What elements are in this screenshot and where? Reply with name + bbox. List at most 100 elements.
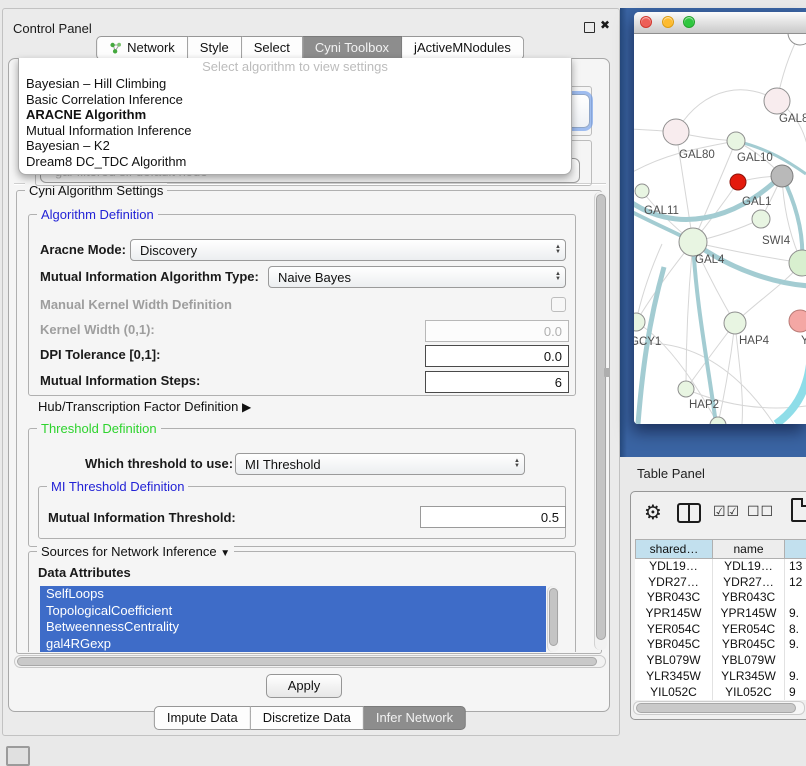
table-cell: 8. — [785, 622, 806, 638]
network-node[interactable] — [771, 165, 793, 187]
network-window-titlebar[interactable] — [634, 12, 806, 34]
tab-select[interactable]: Select — [242, 36, 303, 60]
float-panel-icon[interactable] — [584, 22, 595, 33]
settings-hscroll-thumb[interactable] — [17, 657, 597, 666]
file-fold-corner — [801, 498, 806, 507]
attribute-item-selfloops[interactable]: SelfLoops — [40, 586, 546, 603]
table-cell: 9 — [785, 685, 806, 701]
table-cell: 12 — [785, 575, 806, 591]
settings-vscroll-thumb[interactable] — [596, 194, 606, 640]
attribute-item-gal4rgexp[interactable]: gal4RGexp — [40, 636, 546, 653]
minimized-panel-icon[interactable] — [6, 746, 30, 766]
table-row[interactable]: YBR045CYBR045C9. — [635, 637, 806, 653]
network-node-gal4[interactable] — [679, 228, 707, 256]
attributes-scrollbar[interactable] — [547, 586, 559, 652]
network-node[interactable] — [710, 417, 726, 424]
panel-splitter-handle[interactable] — [604, 368, 610, 377]
column-header-name[interactable]: name — [713, 539, 785, 559]
network-node-gal80[interactable] — [663, 119, 689, 145]
mi-type-combobox[interactable]: Naive Bayes ▲▼ — [268, 266, 566, 288]
attribute-item-topologicalcoefficient[interactable]: TopologicalCoefficient — [40, 603, 546, 620]
tab-discretize-data[interactable]: Discretize Data — [251, 706, 364, 730]
table-row[interactable]: YDR27…YDR27…12 — [635, 575, 806, 591]
network-node-gal10[interactable] — [727, 132, 745, 150]
attribute-item-betweennesscentrality[interactable]: BetweennessCentrality — [40, 619, 546, 636]
kernel-width-input[interactable] — [425, 320, 569, 342]
table-cell: YER054C — [713, 622, 785, 638]
expand-right-icon[interactable]: ▶ — [242, 400, 251, 414]
table-hscroll-thumb[interactable] — [636, 703, 796, 713]
apply-button[interactable]: Apply — [266, 674, 342, 698]
tab-cyni-toolbox[interactable]: Cyni Toolbox — [303, 36, 402, 60]
table-row[interactable]: YIL052CYIL052C9 — [635, 685, 806, 701]
network-node[interactable] — [789, 250, 806, 276]
dropdown-item-dream8-dc-tdc-algorithm[interactable]: Dream8 DC_TDC Algorithm — [19, 154, 571, 170]
tab-jactivemnodules[interactable]: jActiveMNodules — [402, 36, 524, 60]
network-node-gal11[interactable] — [635, 184, 649, 198]
dropdown-item-aracne-algorithm[interactable]: ARACNE Algorithm — [19, 107, 571, 123]
minimize-window-icon[interactable] — [662, 16, 674, 28]
table-row[interactable]: YDL19…YDL19…13 — [635, 559, 806, 575]
algorithm-dropdown-list: Bayesian – Hill ClimbingBasic Correlatio… — [19, 76, 571, 170]
network-node-hap4[interactable] — [724, 312, 746, 334]
gear-icon[interactable]: ⚙ — [644, 500, 662, 525]
attributes-scrollbar-thumb[interactable] — [549, 588, 558, 646]
table-row[interactable]: YPR145WYPR145W9. — [635, 606, 806, 622]
mi-steps-label: Mutual Information Steps: — [40, 373, 200, 388]
table-cell: YIL052C — [713, 685, 785, 701]
network-node-y[interactable] — [789, 310, 806, 332]
dropdown-item-basic-correlation-inference[interactable]: Basic Correlation Inference — [19, 92, 571, 108]
hub-definition-section[interactable]: Hub/Transcription Factor Definition ▶ — [38, 399, 251, 414]
columns-icon[interactable] — [677, 503, 701, 523]
dpi-tolerance-input[interactable] — [425, 345, 569, 367]
table-cell: YPR145W — [635, 606, 713, 622]
data-attributes-label: Data Attributes — [38, 565, 131, 580]
collapse-down-icon[interactable]: ▼ — [220, 548, 230, 559]
mi-threshold-input[interactable] — [420, 506, 566, 528]
tab-impute-data[interactable]: Impute Data — [154, 706, 251, 730]
which-threshold-combobox[interactable]: MI Threshold ▲▼ — [235, 453, 525, 475]
which-threshold-value: MI Threshold — [245, 457, 321, 472]
settings-horizontal-scrollbar[interactable] — [14, 655, 606, 668]
dropdown-item-bayesian-k2[interactable]: Bayesian – K2 — [19, 138, 571, 154]
table-row[interactable]: YBR043CYBR043C — [635, 590, 806, 606]
new-table-icon[interactable] — [791, 498, 806, 522]
tab-style[interactable]: Style — [188, 36, 242, 60]
tab-infer-network[interactable]: Infer Network — [364, 706, 466, 730]
network-node-gal8[interactable] — [764, 88, 790, 114]
network-node-gcy1[interactable] — [634, 313, 645, 331]
network-graph: GAL8GAL80GAL10GAL11GAL1SWI4GAL4GCY1HAP4Y… — [634, 34, 806, 424]
dropdown-item-mutual-information-inference[interactable]: Mutual Information Inference — [19, 123, 571, 139]
deselect-all-columns-icon[interactable]: ☐☐ — [747, 503, 774, 520]
manual-kernel-checkbox[interactable] — [551, 297, 566, 312]
tab-network[interactable]: Network — [96, 36, 188, 60]
table-panel-window: ⚙ ☑☑ ☐☐ shared… name YDL19…YDL19…13YDR27… — [630, 491, 806, 720]
close-window-icon[interactable] — [640, 16, 652, 28]
dropdown-item-bayesian-hill-climbing[interactable]: Bayesian – Hill Climbing — [19, 76, 571, 92]
network-node-gal1[interactable] — [730, 174, 746, 190]
settings-vertical-scrollbar[interactable] — [594, 192, 607, 650]
network-canvas[interactable]: GAL8GAL80GAL10GAL11GAL1SWI4GAL4GCY1HAP4Y… — [634, 34, 806, 424]
node-label: GAL4 — [695, 254, 725, 266]
algorithm-dropdown-popup: Select algorithm to view settings Bayesi… — [18, 58, 572, 175]
network-node[interactable] — [788, 34, 806, 45]
select-all-columns-icon[interactable]: ☑☑ — [713, 503, 740, 520]
tab-label: Select — [254, 40, 290, 55]
network-node-hap2[interactable] — [678, 381, 694, 397]
network-node-swi4[interactable] — [752, 210, 770, 228]
column-header-shared-name[interactable]: shared… — [635, 539, 713, 559]
close-panel-icon[interactable]: ✖ — [600, 18, 610, 32]
aracne-mode-combobox[interactable]: Discovery ▲▼ — [130, 239, 566, 261]
table-horizontal-scrollbar[interactable] — [633, 701, 805, 715]
table-row[interactable]: YLR345WYLR345W9. — [635, 669, 806, 685]
column-header-third[interactable] — [785, 539, 806, 559]
table-cell: YBR043C — [713, 590, 785, 606]
zoom-window-icon[interactable] — [683, 16, 695, 28]
aracne-mode-label: Aracne Mode: — [40, 242, 126, 257]
table-row[interactable]: YER054CYER054C8. — [635, 622, 806, 638]
mi-steps-input[interactable] — [425, 371, 569, 393]
node-label: GAL10 — [737, 152, 773, 164]
combo-arrows-icon: ▲▼ — [555, 267, 561, 287]
table-row[interactable]: YBL079WYBL079W — [635, 653, 806, 669]
which-threshold-label: Which threshold to use: — [85, 456, 233, 471]
